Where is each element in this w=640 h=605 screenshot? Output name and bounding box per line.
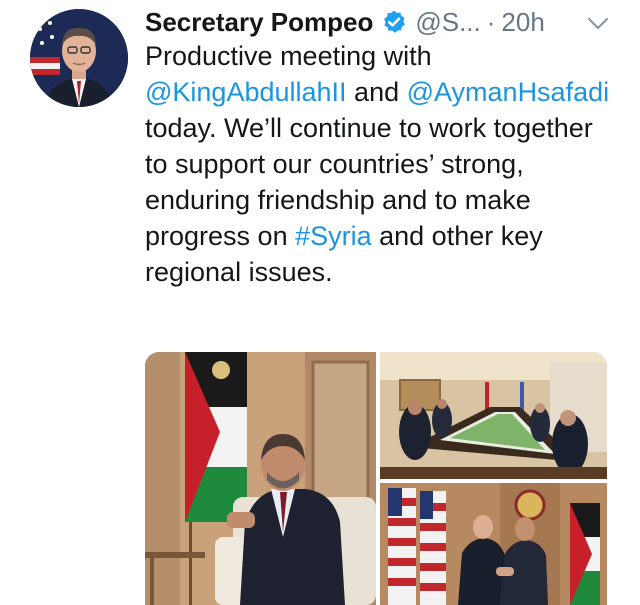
author-name[interactable]: Secretary Pompeo xyxy=(145,4,373,40)
photo-conference-table[interactable] xyxy=(380,352,607,479)
mention-link[interactable]: @KingAbdullahII xyxy=(145,77,347,107)
tweet-text-part: and xyxy=(346,77,407,107)
avatar[interactable] xyxy=(30,9,128,107)
tweet[interactable]: Secretary Pompeo @S... · 20h Productive … xyxy=(0,0,640,605)
chevron-down-icon[interactable] xyxy=(585,10,611,36)
media-grid xyxy=(145,352,607,605)
hashtag-link[interactable]: #Syria xyxy=(295,221,372,251)
photo-handshake[interactable] xyxy=(380,483,607,605)
verified-badge-icon xyxy=(381,9,407,35)
tweet-text: Productive meeting with @KingAbdullahII … xyxy=(145,38,615,290)
tweet-header: Secretary Pompeo @S... · 20h xyxy=(145,4,625,40)
separator-dot: · xyxy=(486,7,496,37)
photo-king-seated[interactable] xyxy=(145,352,376,605)
tweet-timestamp[interactable]: 20h xyxy=(501,4,544,40)
mention-link[interactable]: @AymanHsafadi xyxy=(407,77,610,107)
author-handle[interactable]: @S... xyxy=(415,4,480,40)
tweet-text-part: Productive meeting with xyxy=(145,41,432,71)
